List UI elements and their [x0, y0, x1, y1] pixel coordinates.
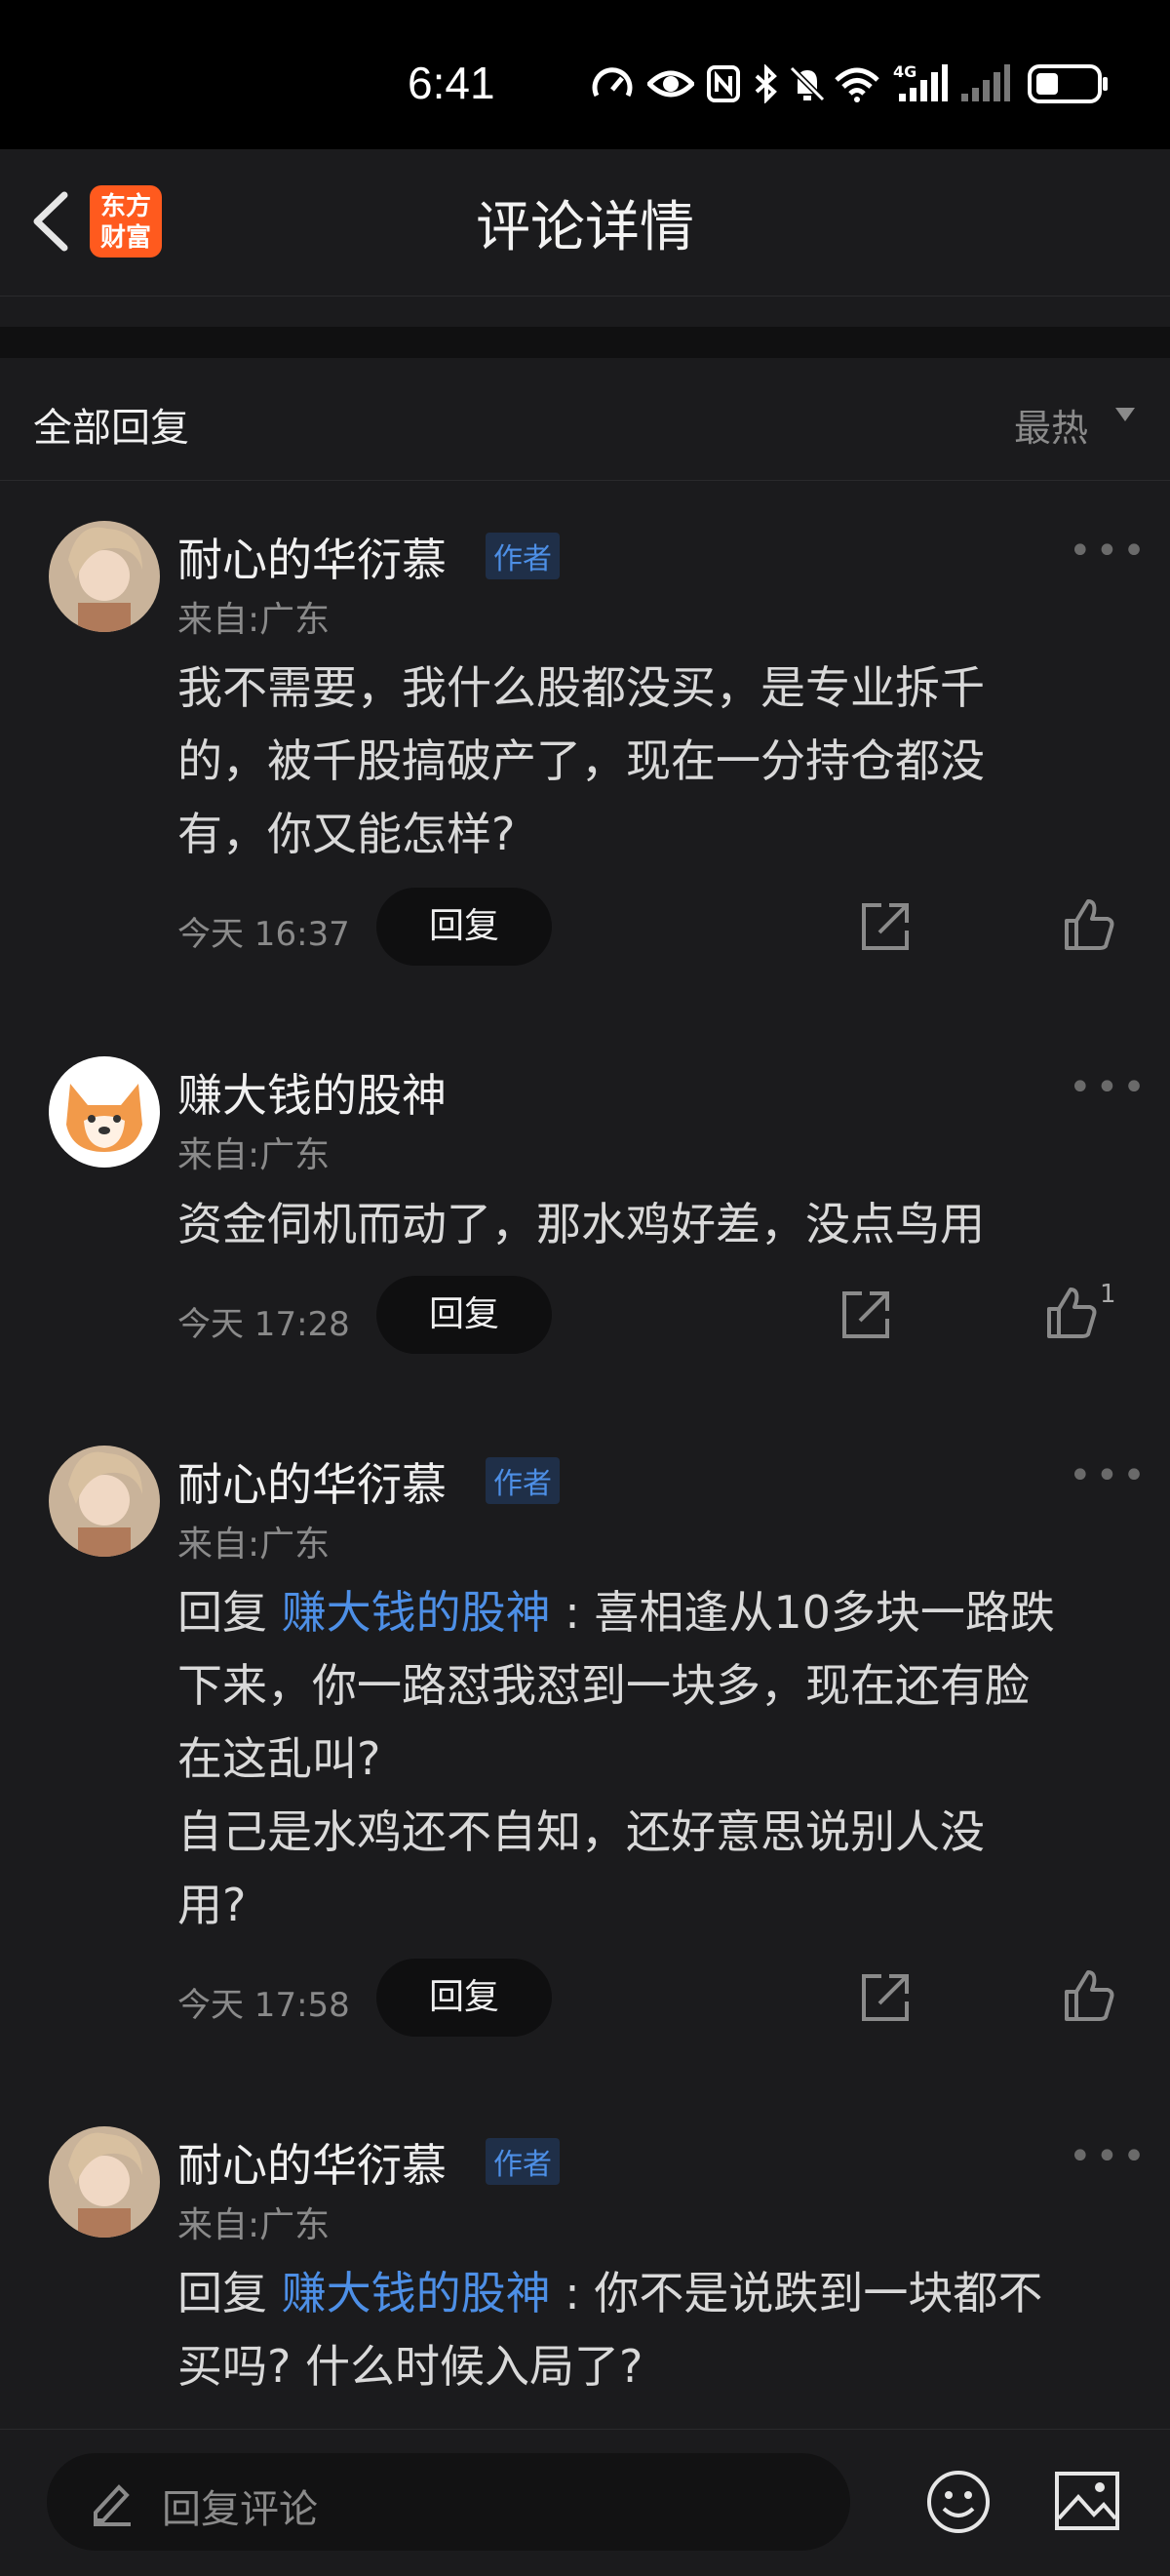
mention-link[interactable]: 赚大钱的股神: [282, 1586, 551, 1639]
comment-line: 用?: [177, 1879, 247, 1931]
avatar[interactable]: [49, 1056, 160, 1168]
comment-line: 回复 赚大钱的股神 : 你不是说跌到一块都不: [177, 2257, 1170, 2330]
like-icon[interactable]: [1043, 1286, 1098, 1340]
image-icon[interactable]: [1053, 2470, 1121, 2532]
eye-icon: [647, 70, 694, 98]
mute-icon: [789, 65, 826, 102]
dog-avatar-icon: [49, 1056, 160, 1168]
signal-2-icon: [961, 64, 1010, 101]
user-avatar-icon: [49, 2126, 160, 2238]
comment-location: 来自:广东: [177, 2205, 331, 2245]
comment-text: 回复 赚大钱的股神 : 喜相逢从10多块一路跌 下来，你一路怼我怼到一块多，现在…: [177, 1576, 1170, 1942]
all-replies-label: 全部回复: [33, 406, 189, 451]
pencil-icon: [94, 2484, 131, 2526]
comment-line-text: : 喜相逢从10多块一路跌: [550, 1586, 1055, 1639]
more-options-icon[interactable]: •••: [1069, 1065, 1150, 1110]
comment-text: 回复 赚大钱的股神 : 你不是说跌到一块都不 买吗? 什么时候入局了?: [177, 2257, 1170, 2403]
comment-line: 我不需要，我什么股都没买，是专业拆千: [177, 661, 985, 714]
avatar[interactable]: [49, 2126, 160, 2238]
comment-line: 回复 赚大钱的股神 : 喜相逢从10多块一路跌: [177, 1576, 1170, 1649]
comment-username[interactable]: 赚大钱的股神: [177, 1060, 447, 1125]
reply-prefix: 回复: [177, 1586, 282, 1639]
section-divider: [0, 327, 1170, 358]
status-time: 6:41: [408, 58, 495, 108]
share-icon[interactable]: [838, 1288, 893, 1342]
signal-icon: [899, 64, 948, 101]
comment-line-text: : 你不是说跌到一块都不: [550, 2267, 1043, 2319]
logo-text-top: 东方: [99, 192, 151, 221]
comment-time: 今天 17:28: [177, 1305, 350, 1344]
reply-button[interactable]: 回复: [376, 1959, 552, 2037]
author-badge: 作者: [486, 1457, 560, 1504]
app-logo: 东方 财富: [90, 185, 162, 258]
comment-line: 在这乱叫?: [177, 1732, 381, 1785]
comment-line: 有，你又能怎样?: [177, 808, 516, 860]
share-icon[interactable]: [858, 899, 913, 954]
comment-username[interactable]: 耐心的华衍慕: [177, 1449, 447, 1514]
comment-line: 资金伺机而动了，那水鸡好差，没点鸟用: [177, 1198, 985, 1250]
reply-prefix: 回复: [177, 2267, 282, 2319]
speed-icon: [592, 67, 633, 98]
comment-line: 下来，你一路怼我怼到一块多，现在还有脸: [177, 1659, 1030, 1712]
author-badge: 作者: [486, 533, 560, 579]
share-icon[interactable]: [858, 1970, 913, 2025]
like-icon[interactable]: [1061, 897, 1115, 952]
comment-text: 资金伺机而动了，那水鸡好差，没点鸟用: [177, 1188, 1170, 1261]
user-avatar-icon: [49, 521, 160, 632]
avatar[interactable]: [49, 521, 160, 632]
avatar[interactable]: [49, 1446, 160, 1557]
comment-line: 的，被千股搞破产了，现在一分持仓都没: [177, 734, 985, 787]
like-icon[interactable]: [1061, 1968, 1115, 2023]
battery-icon: [1028, 64, 1108, 103]
emoji-icon[interactable]: [924, 2468, 993, 2536]
comment-line: 自己是水鸡还不自知，还好意思说别人没: [177, 1805, 985, 1858]
reply-button[interactable]: 回复: [376, 888, 552, 966]
reply-button[interactable]: 回复: [376, 1276, 552, 1354]
logo-text-bottom: 财富: [99, 223, 151, 253]
more-options-icon[interactable]: •••: [1069, 1453, 1150, 1498]
comment-time: 今天 17:58: [177, 1986, 350, 2025]
user-avatar-icon: [49, 1446, 160, 1557]
wifi-icon: [835, 67, 879, 102]
caret-down-icon[interactable]: [1115, 408, 1135, 421]
more-options-icon[interactable]: •••: [1069, 529, 1150, 574]
bluetooth-icon: [755, 64, 777, 103]
like-count: 1: [1100, 1280, 1116, 1309]
comment-time: 今天 16:37: [177, 915, 350, 954]
nfc-icon: [707, 65, 740, 102]
comment-location: 来自:广东: [177, 600, 331, 640]
comment-location: 来自:广东: [177, 1135, 331, 1175]
comment-username[interactable]: 耐心的华衍慕: [177, 2130, 447, 2195]
comment-location: 来自:广东: [177, 1525, 331, 1565]
back-arrow-icon[interactable]: [21, 185, 80, 258]
author-badge: 作者: [486, 2138, 560, 2185]
reply-placeholder[interactable]: 回复评论: [162, 2477, 318, 2534]
comment-line: 买吗? 什么时候入局了?: [177, 2340, 644, 2393]
more-options-icon[interactable]: •••: [1069, 2134, 1150, 2179]
page-title: 评论详情: [476, 196, 694, 259]
mention-link[interactable]: 赚大钱的股神: [282, 2267, 551, 2319]
comment-text: 我不需要，我什么股都没买，是专业拆千 的，被千股搞破产了，现在一分持仓都没 有，…: [177, 652, 1170, 871]
sort-selector[interactable]: 最热: [1014, 398, 1088, 452]
comment-username[interactable]: 耐心的华衍慕: [177, 525, 447, 589]
